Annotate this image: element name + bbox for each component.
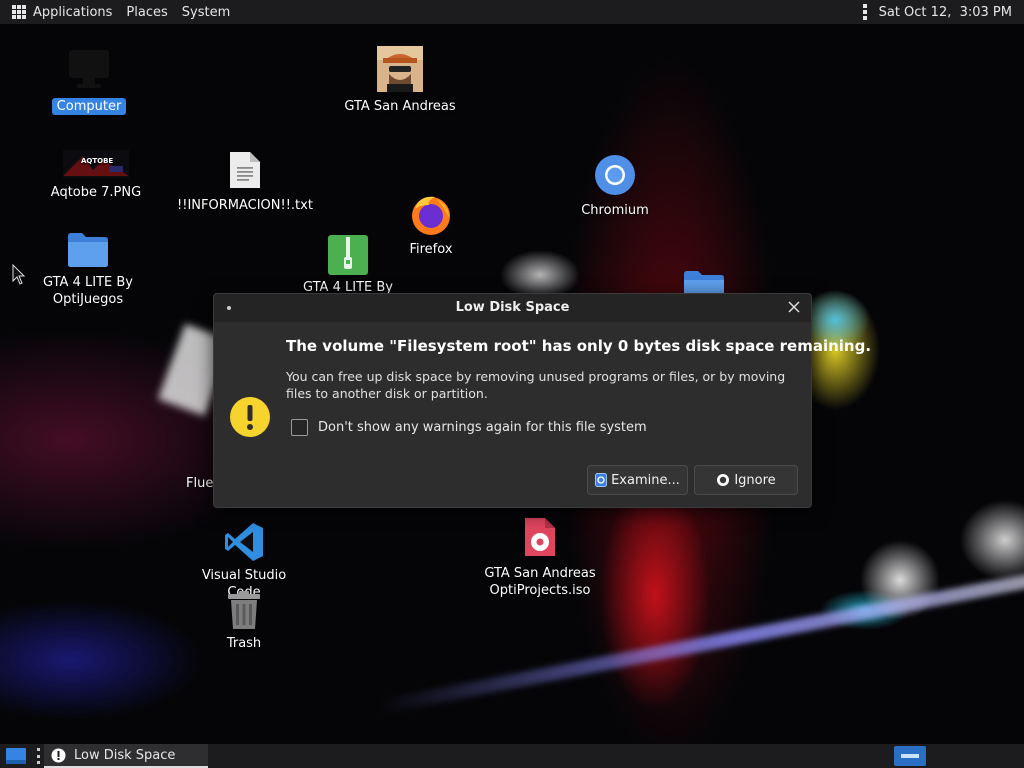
ignore-button-label: Ignore (734, 472, 776, 488)
dont-show-again-checkbox[interactable]: Don't show any warnings again for this f… (291, 419, 647, 436)
desktop-icon-trash[interactable]: Trash (204, 590, 284, 652)
apps-grid-icon (12, 5, 26, 19)
bottom-panel: Low Disk Space (0, 744, 1024, 768)
examine-button-label: Examine... (611, 472, 680, 488)
workspace-icon (901, 754, 919, 758)
archive-file-icon (328, 235, 368, 275)
gta-avatar-icon (377, 46, 423, 92)
folder-icon[interactable] (683, 268, 725, 294)
show-desktop-icon[interactable] (6, 748, 26, 764)
folder-icon (68, 233, 108, 267)
places-menu[interactable]: Places (119, 0, 174, 24)
close-button[interactable] (785, 298, 803, 316)
dialog-body-text: You can free up disk space by removing u… (286, 369, 786, 401)
desktop-icon-gta-iso[interactable]: GTA San Andreas OptiProjects.iso (470, 516, 610, 599)
desktop-icon-aqtobe[interactable]: AQTOBE Aqtobe 7.PNG (46, 150, 146, 201)
computer-icon (69, 50, 109, 88)
system-menu-label: System (181, 4, 231, 20)
system-menu[interactable]: System (175, 0, 237, 24)
disc-image-icon (525, 518, 555, 556)
desktop-icon-label: Flue (186, 476, 214, 491)
desktop-icon-gta-san-andreas[interactable]: GTA San Andreas (340, 46, 460, 115)
desktop-icon-computer[interactable]: Computer (49, 46, 129, 115)
text-file-icon (230, 152, 260, 188)
applications-menu[interactable]: Applications (0, 0, 119, 24)
chromium-icon (595, 155, 635, 195)
disk-usage-icon (595, 473, 608, 487)
desktop-icon-label: GTA San Andreas OptiProjects.iso (484, 566, 596, 598)
ignore-button[interactable]: Ignore (694, 465, 798, 495)
clock-area: Sat Oct 12, 3:03 PM (862, 0, 1012, 24)
desktop-icon-label: Chromium (581, 203, 649, 218)
desktop-icon-label: Trash (226, 636, 262, 651)
desktop-icon-gta4-folder[interactable]: GTA 4 LITE By OptiJuegos (38, 230, 138, 308)
image-file-icon: AQTOBE (63, 150, 129, 178)
warning-icon (51, 748, 66, 762)
places-menu-label: Places (126, 4, 168, 20)
dialog-title: Low Disk Space (455, 300, 570, 315)
workspace-switcher[interactable] (894, 746, 926, 766)
trash-icon (228, 591, 260, 629)
desktop-icon-label: Aqtobe 7.PNG (50, 185, 142, 200)
svg-text:AQTOBE: AQTOBE (81, 157, 113, 165)
dialog-titlebar[interactable]: Low Disk Space (214, 294, 811, 322)
checkbox-label: Don't show any warnings again for this f… (318, 420, 647, 435)
ignore-icon (716, 473, 730, 487)
desktop-icon-label: GTA San Andreas (344, 99, 456, 114)
firefox-icon (412, 196, 450, 235)
examine-button[interactable]: Examine... (587, 465, 688, 495)
warning-icon (230, 397, 270, 437)
taskbar-window-title: Low Disk Space (74, 747, 176, 763)
top-panel: Applications Places System Sat Oct 12, 3… (0, 0, 1024, 24)
panel-handle-icon[interactable] (862, 4, 867, 20)
desktop-icon-vscode[interactable]: Visual Studio Code (184, 521, 304, 601)
desktop-icon-firefox[interactable]: Firefox (391, 193, 471, 258)
desktop-icon-label: GTA 4 LITE By OptiJuegos (43, 275, 133, 307)
desktop-icon-gta4-archive[interactable]: GTA 4 LITE By (298, 235, 398, 296)
applications-menu-label: Applications (33, 4, 113, 20)
desktop-icon-chromium[interactable]: Chromium (565, 154, 665, 219)
low-disk-space-dialog: Low Disk Space The volume "Filesystem ro… (213, 293, 871, 508)
desktop-icon-label: Computer (51, 98, 127, 115)
close-icon (788, 301, 800, 313)
clock[interactable]: Sat Oct 12, 3:03 PM (879, 5, 1012, 20)
vscode-icon (225, 523, 263, 561)
taskbar-handle-icon[interactable] (37, 748, 40, 764)
mouse-pointer-icon (12, 264, 26, 285)
desktop-icon-label: !!INFORMACION!!.txt (177, 198, 313, 213)
checkbox-box[interactable] (291, 419, 308, 436)
desktop-icon-informacion-txt[interactable]: !!INFORMACION!!.txt (175, 150, 315, 214)
dialog-heading: The volume "Filesystem root" has only 0 … (286, 337, 872, 355)
desktop-icon-label: Firefox (409, 242, 453, 257)
taskbar-window-low-disk-space[interactable]: Low Disk Space (44, 744, 208, 768)
